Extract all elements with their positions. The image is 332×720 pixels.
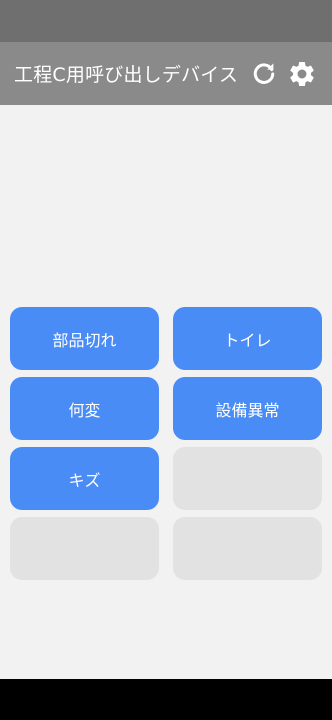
status-bar [0, 0, 332, 42]
empty-button-slot [173, 447, 322, 510]
empty-button-slot [10, 517, 159, 580]
empty-button-slot [173, 517, 322, 580]
call-button-label: トイレ [223, 330, 272, 350]
call-button-label: 何変 [68, 400, 101, 420]
app-title: 工程C用呼び出しデバイス [14, 64, 239, 86]
call-button-scratch[interactable]: キズ [10, 447, 159, 510]
settings-button[interactable] [286, 58, 318, 90]
call-button-toilet[interactable]: トイレ [173, 307, 322, 370]
call-button-equipment-fault[interactable]: 設備異常 [173, 377, 322, 440]
navigation-bar [0, 679, 332, 720]
call-button-changeover[interactable]: 何変 [10, 377, 159, 440]
refresh-icon [253, 63, 275, 84]
call-button-parts-shortage[interactable]: 部品切れ [10, 307, 159, 370]
call-button-label: キズ [68, 470, 101, 490]
call-button-label: 部品切れ [52, 330, 117, 350]
app-bar: 工程C用呼び出しデバイス [0, 42, 332, 105]
gear-icon [290, 61, 314, 86]
refresh-button[interactable] [248, 58, 280, 90]
call-button-label: 設備異常 [215, 400, 280, 420]
